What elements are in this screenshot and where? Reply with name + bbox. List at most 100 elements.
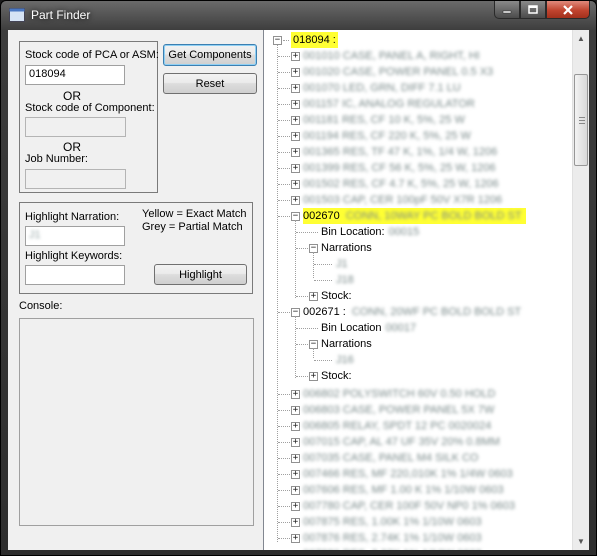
expand-node-icon[interactable]: + bbox=[291, 390, 300, 399]
component-label: Stock code of Component: bbox=[25, 102, 155, 114]
tree-node-item[interactable]: 007875 RES, 1.00K 1% 1/10W 0603 bbox=[303, 514, 482, 530]
tree-root-node[interactable]: 018094 : bbox=[291, 32, 338, 48]
expand-node-icon[interactable]: + bbox=[291, 116, 300, 125]
tree-node-item[interactable]: 006802 POLYSWITCH 60V 0.50 HOLD bbox=[303, 386, 495, 402]
highlight-narration-label: Highlight Narration: bbox=[25, 211, 120, 223]
expand-node-icon[interactable]: + bbox=[309, 372, 318, 381]
components-tree[interactable]: − 018094 : +001010 CASE, PANEL A, RIGHT,… bbox=[263, 30, 589, 550]
highlight-button[interactable]: Highlight bbox=[154, 264, 247, 285]
tree-node-item[interactable]: 001181 RES, CF 10 K, 5%, 25 W bbox=[303, 112, 465, 128]
pca-stock-code-input[interactable]: 018094 bbox=[25, 65, 125, 85]
tree-node-item[interactable]: 001020 CASE, POWER PANEL 0.5 X3 bbox=[303, 64, 493, 80]
narration-item[interactable]: J18 bbox=[336, 272, 354, 288]
highlight-keywords-label: Highlight Keywords: bbox=[25, 250, 123, 262]
component-stock-code-input[interactable] bbox=[25, 117, 126, 137]
tree-node-item[interactable]: 001157 IC, ANALOG REGULATOR bbox=[303, 96, 475, 112]
bin-location-value: 00017 bbox=[385, 322, 417, 334]
tree-node-item[interactable]: 001399 RES, CF 56 K, 5%, 25 W, 1206 bbox=[303, 160, 496, 176]
tree-node-item[interactable]: 007466 RES, MF 220,010K 1% 1/4W 0603 bbox=[303, 466, 513, 482]
expand-node-icon[interactable]: + bbox=[291, 486, 300, 495]
tree-node-item[interactable]: 006805 RELAY, SPDT 12 PC 0020024 bbox=[303, 418, 491, 434]
expand-node-icon[interactable]: + bbox=[291, 52, 300, 61]
narration-item[interactable]: J1 bbox=[336, 256, 348, 272]
pca-label: Stock code of PCA or ASM: bbox=[25, 49, 159, 61]
scroll-thumb[interactable] bbox=[574, 74, 588, 166]
narrations-node[interactable]: Narrations bbox=[321, 240, 372, 256]
maximize-button[interactable] bbox=[520, 1, 546, 19]
expand-node-icon[interactable]: + bbox=[291, 84, 300, 93]
minimize-button[interactable] bbox=[494, 1, 520, 19]
tree-node-text: 001181 RES, CF 10 K, 5%, 25 W bbox=[303, 114, 465, 126]
stock-node[interactable]: Stock: bbox=[321, 288, 352, 304]
collapse-root-icon[interactable]: − bbox=[273, 36, 282, 45]
scroll-down-arrow-icon[interactable]: ▼ bbox=[573, 533, 589, 550]
get-components-button[interactable]: Get Components bbox=[163, 44, 257, 66]
tree-part-node[interactable]: 002670 CONN, 10WAY PC BOLD BOLD ST bbox=[303, 208, 526, 224]
tree-node-item[interactable]: 001070 LED, GRN, DIFF 7.1 LU bbox=[303, 80, 461, 96]
job-number-label: Job Number: bbox=[25, 153, 88, 165]
expand-node-icon[interactable]: + bbox=[291, 502, 300, 511]
job-number-input[interactable] bbox=[25, 169, 126, 189]
tree-node-item[interactable]: 001502 RES, CF 4.7 K, 5%, 25 W, 1206 bbox=[303, 176, 499, 192]
tree-line bbox=[278, 200, 290, 201]
tree-node-text: 007606 RES, MF 1.00 K 1% 1/10W 0603 bbox=[303, 484, 504, 496]
highlight-narration-input[interactable]: J1 bbox=[25, 226, 125, 246]
tree-line bbox=[278, 394, 290, 395]
tree-node-item[interactable]: 006803 CASE, POWER PANEL 5X 7W bbox=[303, 402, 494, 418]
tree-line bbox=[313, 348, 314, 358]
tree-line bbox=[278, 410, 290, 411]
scroll-up-arrow-icon[interactable]: ▲ bbox=[573, 30, 589, 47]
tree-part-node[interactable]: 002671 : CONN, 20WF PC BOLD BOLD ST bbox=[303, 304, 525, 320]
minimize-icon bbox=[502, 10, 512, 13]
tree-line bbox=[296, 344, 308, 345]
expand-node-icon[interactable]: + bbox=[309, 292, 318, 301]
expand-node-icon[interactable]: + bbox=[291, 100, 300, 109]
expand-node-icon[interactable]: + bbox=[291, 148, 300, 157]
tree-line bbox=[313, 252, 314, 278]
tree-node-item[interactable]: 007780 CAP, CER 100F 50V NP0 1% 0603 bbox=[303, 498, 515, 514]
expand-node-icon[interactable]: + bbox=[291, 438, 300, 447]
highlight-keywords-input[interactable] bbox=[25, 265, 125, 285]
tree-node-text: 007876 RES, 2.74K 1% 1/10W 0603 bbox=[303, 532, 482, 544]
expand-node-icon[interactable]: + bbox=[291, 470, 300, 479]
expand-node-icon[interactable]: + bbox=[291, 180, 300, 189]
title-bar[interactable]: Part Finder bbox=[1, 1, 596, 29]
narrations-node[interactable]: Narrations bbox=[321, 336, 372, 352]
console-output[interactable] bbox=[19, 318, 254, 526]
bin-location-node[interactable]: Bin Location: 00015 bbox=[321, 224, 419, 240]
expand-node-icon[interactable]: + bbox=[291, 196, 300, 205]
bin-location-node[interactable]: Bin Location 00017 bbox=[321, 320, 416, 336]
narration-item[interactable]: J16 bbox=[336, 352, 354, 368]
tree-node-text: 001194 RES, CF 220 K, 5%, 25 W bbox=[303, 130, 471, 142]
expand-node-icon[interactable]: + bbox=[291, 534, 300, 543]
reset-button[interactable]: Reset bbox=[163, 73, 257, 94]
tree-line bbox=[296, 248, 308, 249]
expand-node-icon[interactable]: + bbox=[291, 68, 300, 77]
tree-line bbox=[278, 88, 290, 89]
expand-node-icon[interactable]: + bbox=[291, 164, 300, 173]
tree-node-item[interactable]: 001365 RES, TF 47 K, 1%, 1/4 W, 1206 bbox=[303, 144, 497, 160]
expand-node-icon[interactable]: + bbox=[291, 518, 300, 527]
tree-node-text: 001365 RES, TF 47 K, 1%, 1/4 W, 1206 bbox=[303, 146, 498, 158]
tree-node-item[interactable]: 007876 RES, 2.74K 1% 1/10W 0603 bbox=[303, 530, 482, 546]
tree-node-text: 007035 CASE, PANEL M4 SILK CO bbox=[303, 452, 479, 464]
expand-node-icon[interactable]: + bbox=[291, 406, 300, 415]
tree-line bbox=[278, 474, 290, 475]
tree-node-text: 001502 RES, CF 4.7 K, 5%, 25 W, 1206 bbox=[303, 178, 499, 190]
tree-line bbox=[278, 72, 290, 73]
tree-node-item[interactable]: 007880 RES, 3.32K 1% 1/10W 0603 bbox=[303, 546, 482, 550]
expand-node-icon[interactable]: + bbox=[291, 454, 300, 463]
part-description: CONN, 20WF PC BOLD BOLD ST bbox=[351, 306, 522, 318]
tree-vertical-scrollbar[interactable]: ▲ ▼ bbox=[572, 30, 589, 550]
stock-node[interactable]: Stock: bbox=[321, 368, 352, 384]
tree-line bbox=[278, 490, 290, 491]
tree-node-item[interactable]: 001503 CAP, CER 100pF 50V X7R 1206 bbox=[303, 192, 502, 208]
tree-node-item[interactable]: 007015 CAP, AL 47 UF 35V 20% 0.8MM bbox=[303, 434, 500, 450]
expand-node-icon[interactable]: + bbox=[291, 132, 300, 141]
tree-node-item[interactable]: 007035 CASE, PANEL M4 SILK CO bbox=[303, 450, 478, 466]
tree-node-item[interactable]: 001010 CASE, PANEL A, RIGHT, HI bbox=[303, 48, 480, 64]
tree-node-item[interactable]: 007606 RES, MF 1.00 K 1% 1/10W 0603 bbox=[303, 482, 504, 498]
expand-node-icon[interactable]: + bbox=[291, 422, 300, 431]
close-button[interactable] bbox=[546, 1, 590, 19]
tree-node-item[interactable]: 001194 RES, CF 220 K, 5%, 25 W bbox=[303, 128, 471, 144]
